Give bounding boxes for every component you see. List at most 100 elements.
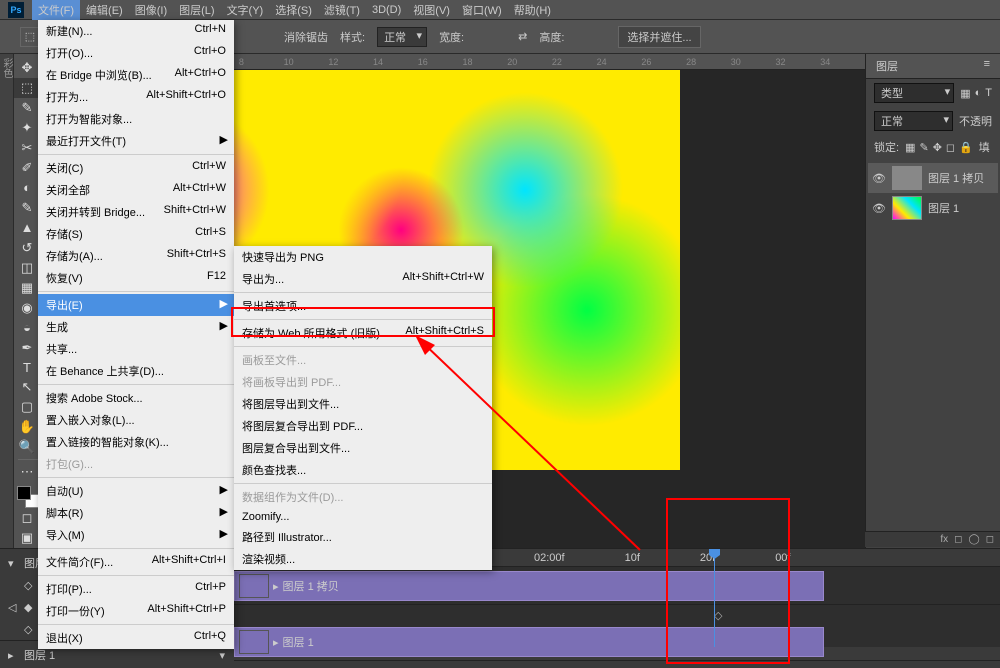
menu-item[interactable]: 存储为 Web 所用格式 (旧版) ...Alt+Shift+Ctrl+S [234,322,492,344]
heal-tool[interactable]: ◐ [14,178,40,198]
menu-item[interactable]: Zoomify... [234,508,492,526]
menu-item[interactable]: 将图层导出到文件... [234,393,492,415]
blend-mode[interactable]: 正常 [874,111,953,131]
swap-icon[interactable]: ⇄ [518,30,527,43]
eraser-tool[interactable]: ◫ [14,258,40,278]
menu-item[interactable]: 共享... [38,338,234,360]
wand-tool[interactable]: ✦ [14,118,40,138]
menu-item[interactable]: 导出首选项... [234,295,492,317]
layers-tab[interactable]: 图层≡ [866,54,1000,79]
menu-item[interactable]: 图层复合导出到文件... [234,437,492,459]
menu-item[interactable]: 脚本(R)▶ [38,502,234,524]
menu-edit[interactable]: 编辑(E) [80,0,129,20]
menu-item[interactable]: 关闭(C)Ctrl+W [38,157,234,179]
select-and-mask-button[interactable]: 选择并遮住... [618,26,700,48]
style-select[interactable]: 正常 [377,27,427,47]
menu-item[interactable]: 关闭全部Alt+Ctrl+W [38,179,234,201]
layer-item[interactable]: 👁 图层 1 拷贝 [868,163,998,193]
menu-item[interactable]: 自动(U)▶ [38,480,234,502]
menu-layer[interactable]: 图层(L) [173,0,220,20]
menu-item[interactable]: 关闭并转到 Bridge...Shift+Ctrl+W [38,201,234,223]
menu-item[interactable]: 将画板导出到 PDF... [234,371,492,393]
stamp-tool[interactable]: ▲ [14,218,40,238]
quick-mask[interactable]: ◻ [14,508,40,528]
dodge-tool[interactable]: ◒ [14,318,40,338]
screen-mode[interactable]: ▣ [14,528,40,548]
menu-item[interactable]: 渲染视频... [234,548,492,570]
menu-item[interactable]: 颜色查找表... [234,459,492,481]
menu-item[interactable]: 导出为...Alt+Shift+Ctrl+W [234,268,492,290]
menu-help[interactable]: 帮助(H) [508,0,557,20]
timeline-clip[interactable]: ▸图层 1 拷贝 [234,571,824,601]
menu-item[interactable]: 生成▶ [38,316,234,338]
timeline-clip[interactable]: ▸图层 1 [234,627,824,657]
adjustment-icon[interactable]: ◯ [968,534,979,545]
group-icon[interactable]: ◻ [986,534,994,545]
menu-item[interactable]: 置入嵌入对象(L)... [38,409,234,431]
edit-toolbar[interactable]: ⋯ [14,462,40,482]
menu-item[interactable]: 快速导出为 PNG [234,246,492,268]
menu-item[interactable]: 将图层复合导出到 PDF... [234,415,492,437]
menu-window[interactable]: 窗口(W) [456,0,508,20]
menu-item[interactable]: 文件简介(F)...Alt+Shift+Ctrl+I [38,551,234,573]
eyedropper-tool[interactable]: ✐ [14,158,40,178]
menu-item[interactable]: 在 Behance 上共享(D)... [38,360,234,382]
menu-item[interactable]: 恢复(V)F12 [38,267,234,289]
collapse-icon[interactable]: ▾ [8,557,18,570]
menu-item[interactable]: 置入链接的智能对象(K)... [38,431,234,453]
menu-file[interactable]: 文件(F) [32,0,80,20]
timeline-track[interactable]: ▸图层 1 [234,623,1000,661]
lasso-tool[interactable]: ✎ [14,98,40,118]
tool-preset-icon[interactable]: ⬚ [20,27,40,47]
lock-icons[interactable]: ▦✎✥◻🔒 [905,141,973,154]
menu-image[interactable]: 图像(I) [129,0,173,20]
filter-icons[interactable]: ▦◐T [960,87,992,100]
history-brush-tool[interactable]: ↺ [14,238,40,258]
menu-item[interactable]: 导入(M)▶ [38,524,234,546]
menu-item[interactable]: 画板至文件... [234,349,492,371]
layer-item[interactable]: 👁 图层 1 [868,193,998,223]
menu-item[interactable]: 退出(X)Ctrl+Q [38,627,234,649]
menu-item[interactable]: 存储为(A)...Shift+Ctrl+S [38,245,234,267]
marquee-tool[interactable]: ⬚ [14,78,40,98]
blur-tool[interactable]: ◉ [14,298,40,318]
menu-item[interactable]: 新建(N)...Ctrl+N [38,20,234,42]
timeline-track[interactable]: ▸图层 1 拷贝 [234,567,1000,605]
menu-type[interactable]: 文字(Y) [221,0,270,20]
brush-tool[interactable]: ✎ [14,198,40,218]
menu-item[interactable]: 打印(P)...Ctrl+P [38,578,234,600]
move-tool[interactable]: ✥ [14,58,40,78]
menu-item[interactable]: 最近打开文件(T)▶ [38,130,234,152]
menu-3d[interactable]: 3D(D) [366,2,407,18]
menu-item[interactable]: 打印一份(Y)Alt+Shift+Ctrl+P [38,600,234,622]
menu-item[interactable]: 路径到 Illustrator... [234,526,492,548]
visibility-icon[interactable]: 👁 [872,202,886,215]
pen-tool[interactable]: ✒ [14,338,40,358]
menu-item[interactable]: 存储(S)Ctrl+S [38,223,234,245]
expand-icon[interactable]: ▸ [8,649,18,662]
playhead[interactable] [714,549,715,647]
menu-item[interactable]: 在 Bridge 中浏览(B)...Alt+Ctrl+O [38,64,234,86]
zoom-tool[interactable]: 🔍 [14,437,40,457]
shape-tool[interactable]: ▢ [14,397,40,417]
layer-filter-type[interactable]: 类型 [874,83,954,103]
crop-tool[interactable]: ✂ [14,138,40,158]
hand-tool[interactable]: ✋ [14,417,40,437]
path-tool[interactable]: ↖ [14,378,40,398]
gradient-tool[interactable]: ▦ [14,278,40,298]
type-tool[interactable]: T [14,358,40,378]
menu-item[interactable]: 导出(E)▶ [38,294,234,316]
menu-select[interactable]: 选择(S) [269,0,318,20]
menu-item[interactable]: 打包(G)... [38,453,234,475]
menu-item[interactable]: 打开为智能对象... [38,108,234,130]
menu-item[interactable]: 数据组作为文件(D)... [234,486,492,508]
visibility-icon[interactable]: 👁 [872,172,886,185]
menu-item[interactable]: 打开(O)...Ctrl+O [38,42,234,64]
menu-item[interactable]: 搜索 Adobe Stock... [38,387,234,409]
menu-view[interactable]: 视图(V) [407,0,456,20]
fx-icon[interactable]: fx [940,534,948,545]
menu-filter[interactable]: 滤镜(T) [318,0,366,20]
antialias-check[interactable]: 消除锯齿 [284,29,328,45]
mask-icon[interactable]: ◻ [954,534,962,545]
menu-item[interactable]: 打开为...Alt+Shift+Ctrl+O [38,86,234,108]
